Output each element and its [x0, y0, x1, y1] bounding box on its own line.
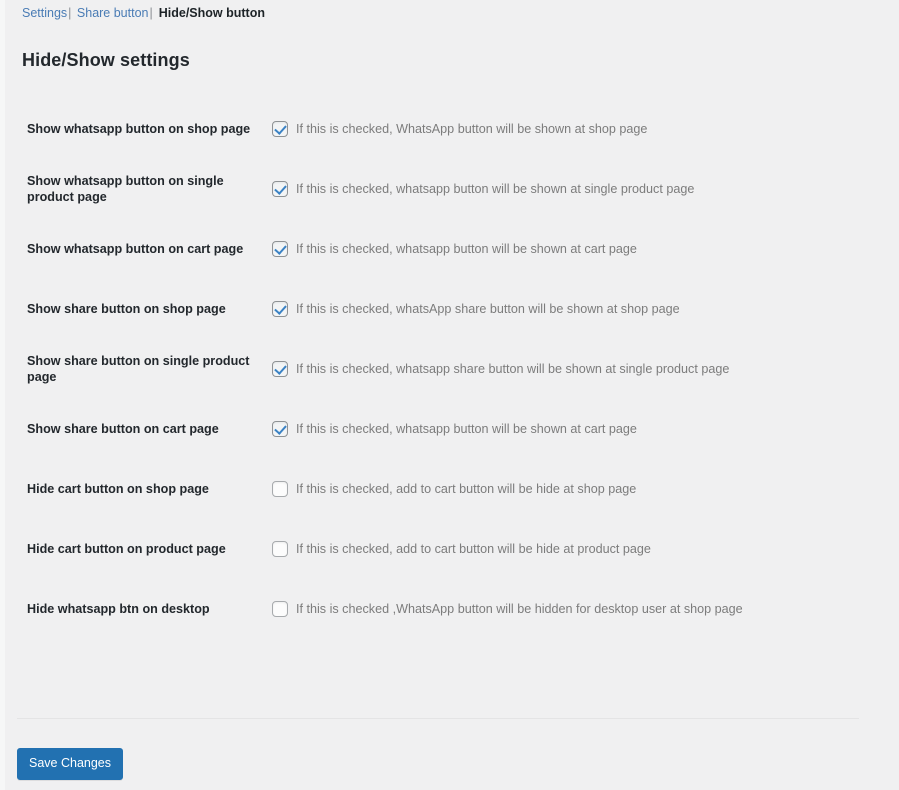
setting-label-hide-cart-shop: Hide cart button on shop page	[27, 481, 209, 496]
checkbox-show-share-shop[interactable]	[272, 301, 288, 317]
setting-description-show-share-single-product: If this is checked, whatsapp share butto…	[296, 361, 730, 376]
save-changes-button[interactable]: Save Changes	[17, 748, 124, 780]
checkbox-show-whatsapp-cart[interactable]	[272, 241, 288, 257]
setting-label-show-share-shop: Show share button on shop page	[27, 301, 226, 316]
setting-field-hide-cart-product: If this is checked, add to cart button w…	[272, 519, 882, 579]
setting-field-hide-whatsapp-desktop: If this is checked ,WhatsApp button will…	[272, 579, 882, 639]
subnav-separator-2: |	[149, 6, 153, 20]
setting-field-show-share-cart: If this is checked, whatsapp button will…	[272, 399, 882, 459]
setting-label-hide-whatsapp-desktop: Hide whatsapp btn on desktop	[27, 601, 210, 616]
section-divider	[17, 718, 859, 719]
table-row: Show share button on cart page If this i…	[22, 399, 882, 459]
setting-label-show-whatsapp-shop: Show whatsapp button on shop page	[27, 121, 251, 136]
table-row: Show share button on single product page…	[22, 339, 882, 399]
admin-page: Settings| Share button| Hide/Show button …	[0, 0, 899, 790]
subnav-current-hide-show-button: Hide/Show button	[158, 6, 265, 20]
subnav-separator-1: |	[68, 6, 72, 20]
page-title: Hide/Show settings	[22, 50, 190, 70]
setting-description-show-whatsapp-cart: If this is checked, whatsapp button will…	[296, 241, 637, 256]
setting-label-show-whatsapp-cart: Show whatsapp button on cart page	[27, 241, 244, 256]
setting-label-show-share-single-product: Show share button on single product page	[27, 353, 250, 385]
setting-field-show-whatsapp-shop: If this is checked, WhatsApp button will…	[272, 99, 882, 159]
setting-description-hide-whatsapp-desktop: If this is checked ,WhatsApp button will…	[296, 601, 743, 616]
setting-description-hide-cart-shop: If this is checked, add to cart button w…	[296, 481, 637, 496]
table-row: Hide whatsapp btn on desktop If this is …	[22, 579, 882, 639]
checkbox-show-whatsapp-single-product[interactable]	[272, 181, 288, 197]
breadcrumb: Settings| Share button| Hide/Show button	[22, 0, 899, 21]
setting-label-show-share-cart: Show share button on cart page	[27, 421, 219, 436]
setting-description-show-whatsapp-shop: If this is checked, WhatsApp button will…	[296, 121, 648, 136]
table-row: Show whatsapp button on single product p…	[22, 159, 882, 219]
setting-label-hide-cart-product: Hide cart button on product page	[27, 541, 226, 556]
setting-description-show-share-shop: If this is checked, whatsApp share butto…	[296, 301, 680, 316]
settings-form-table: Show whatsapp button on shop page If thi…	[22, 99, 882, 639]
checkbox-show-share-cart[interactable]	[272, 421, 288, 437]
setting-field-show-share-single-product: If this is checked, whatsapp share butto…	[272, 339, 882, 399]
table-row: Show whatsapp button on shop page If thi…	[22, 99, 882, 159]
setting-description-show-whatsapp-single-product: If this is checked, whatsapp button will…	[296, 181, 695, 196]
setting-description-hide-cart-product: If this is checked, add to cart button w…	[296, 541, 651, 556]
checkbox-hide-cart-shop[interactable]	[272, 481, 288, 497]
setting-field-hide-cart-shop: If this is checked, add to cart button w…	[272, 459, 882, 519]
setting-field-show-share-shop: If this is checked, whatsApp share butto…	[272, 279, 882, 339]
setting-label-show-whatsapp-single-product: Show whatsapp button on single product p…	[27, 173, 224, 205]
page-content: Settings| Share button| Hide/Show button …	[5, 0, 899, 639]
table-row: Show share button on shop page If this i…	[22, 279, 882, 339]
setting-field-show-whatsapp-single-product: If this is checked, whatsapp button will…	[272, 159, 882, 219]
checkbox-show-whatsapp-shop[interactable]	[272, 121, 288, 137]
checkbox-hide-cart-product[interactable]	[272, 541, 288, 557]
table-row: Hide cart button on product page If this…	[22, 519, 882, 579]
subnav-link-settings[interactable]: Settings	[22, 6, 67, 20]
table-row: Hide cart button on shop page If this is…	[22, 459, 882, 519]
checkbox-show-share-single-product[interactable]	[272, 361, 288, 377]
submit-area: Save Changes	[17, 748, 124, 780]
checkbox-hide-whatsapp-desktop[interactable]	[272, 601, 288, 617]
setting-description-show-share-cart: If this is checked, whatsapp button will…	[296, 421, 637, 436]
subnav-link-share-button[interactable]: Share button	[77, 6, 149, 20]
table-row: Show whatsapp button on cart page If thi…	[22, 219, 882, 279]
setting-field-show-whatsapp-cart: If this is checked, whatsapp button will…	[272, 219, 882, 279]
